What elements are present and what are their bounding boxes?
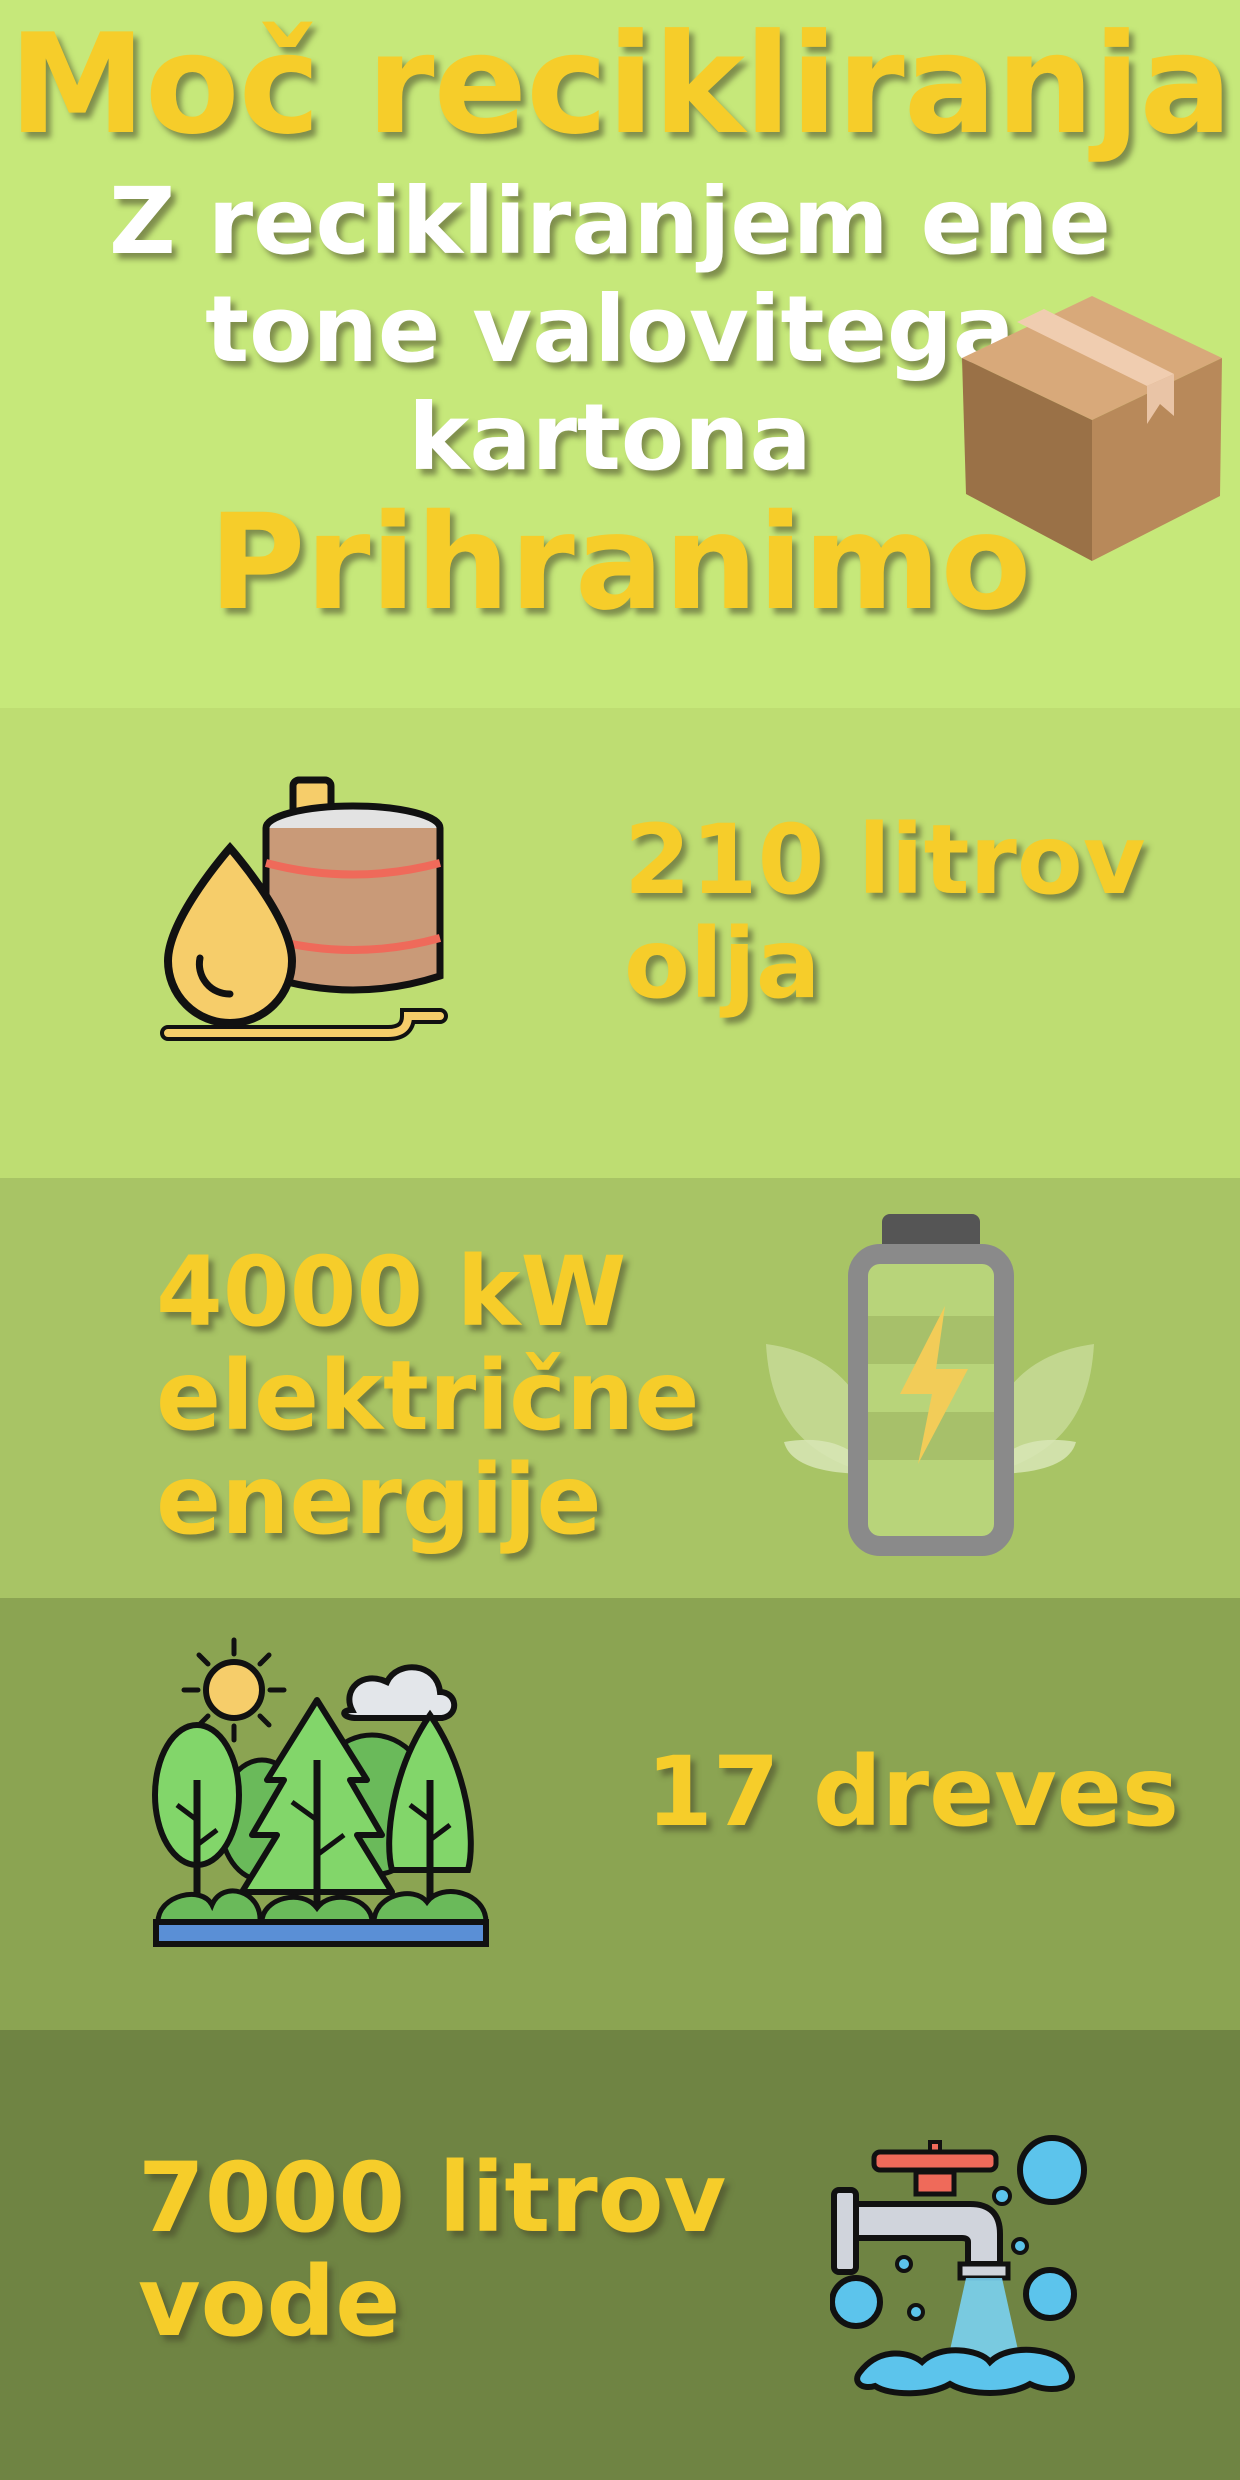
water-stat-line: 7000 litrov [138, 2142, 727, 2254]
water-stat: 7000 litrov vode [138, 2146, 726, 2354]
oil-section: 210 litrov olja [0, 708, 1240, 1178]
oil-stat: 210 litrov olja [624, 808, 1145, 1016]
electricity-section: 4000 kW električne energije [0, 1178, 1240, 1598]
trees-section: 17 dreves [0, 1598, 1240, 2030]
page-title: Moč recikliranja [8, 4, 1233, 165]
electricity-stat: 4000 kW električne energije [156, 1240, 699, 1552]
electricity-stat-line: 4000 kW [156, 1236, 627, 1348]
water-tap-icon [830, 2135, 1087, 2397]
battery-icon [766, 1214, 1094, 1556]
water-stat-line: vode [138, 2246, 401, 2358]
electricity-stat-line: električne [156, 1340, 700, 1452]
cardboard-box-icon [962, 296, 1222, 561]
trees-stat-line: 17 dreves [646, 1736, 1180, 1848]
trees-icon [152, 1637, 489, 1947]
electricity-stat-line: energije [156, 1444, 602, 1556]
oil-stat-line: 210 litrov [624, 804, 1146, 916]
oil-barrel-icon [160, 776, 448, 1041]
oil-stat-line: olja [624, 908, 821, 1020]
header-section: Moč recikliranja Z recikliranjem ene ton… [0, 0, 1240, 708]
subtitle-line: Z recikliranjem ene [109, 168, 1111, 275]
water-section: 7000 litrov vode [0, 2030, 1240, 2480]
trees-stat: 17 dreves [646, 1740, 1179, 1844]
